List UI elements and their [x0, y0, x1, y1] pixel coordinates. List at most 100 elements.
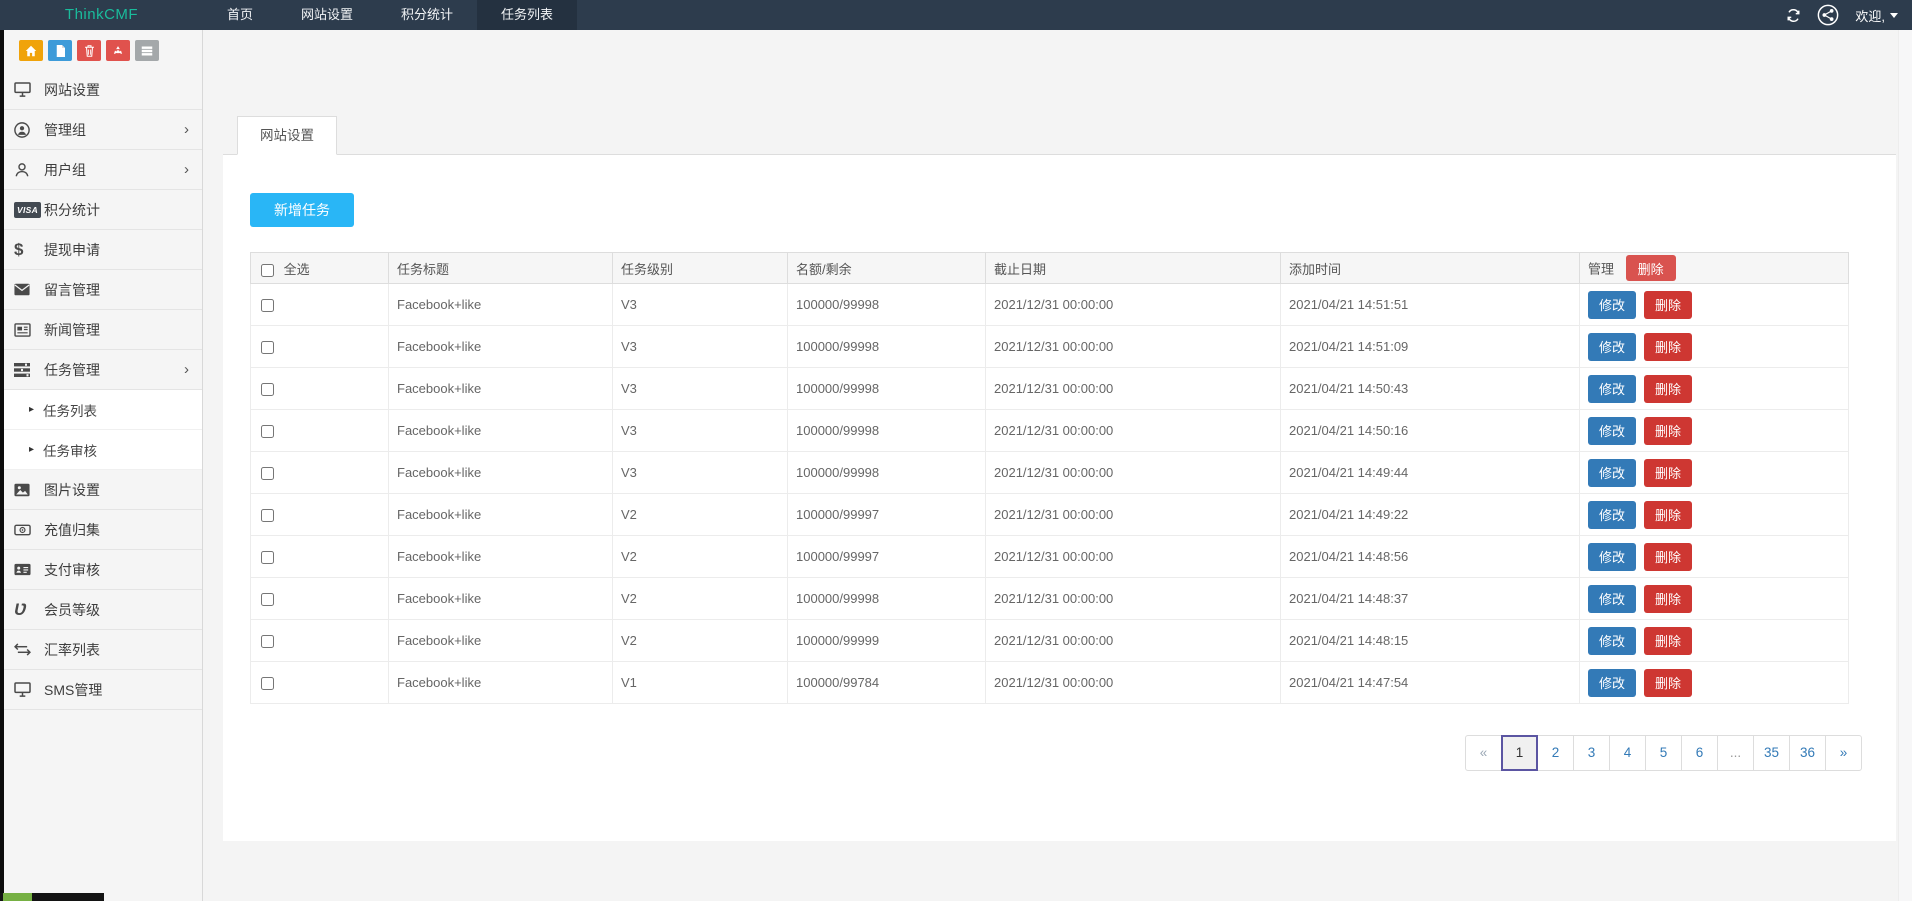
delete-button[interactable]: 删除 [1644, 542, 1693, 571]
brand-logo[interactable]: ThinkCMF [0, 0, 203, 30]
nav-item-task-list[interactable]: 任务列表 [477, 0, 578, 30]
delete-button[interactable]: 删除 [1644, 458, 1693, 487]
delete-button[interactable]: 删除 [1644, 500, 1693, 529]
add-task-button[interactable]: 新增任务 [250, 193, 354, 227]
edit-button[interactable]: 修改 [1588, 584, 1637, 613]
cell-added: 2021/04/21 14:47:54 [1280, 661, 1580, 704]
sidebar-item-task-management[interactable]: 任务管理 › [0, 350, 202, 390]
page-35[interactable]: 35 [1753, 735, 1790, 771]
sidebar-item-user-group[interactable]: 用户组 › [0, 150, 202, 190]
row-checkbox[interactable] [261, 299, 274, 313]
edit-button[interactable]: 修改 [1588, 458, 1637, 487]
cell-level: V2 [612, 619, 788, 662]
header-level: 任务级别 [612, 252, 788, 284]
delete-button[interactable]: 删除 [1644, 416, 1693, 445]
sidebar-item-label: 留言管理 [44, 281, 100, 298]
delete-button[interactable]: 删除 [1644, 374, 1693, 403]
welcome-menu[interactable]: 欢迎, [1855, 6, 1898, 25]
delete-button[interactable]: 删除 [1644, 290, 1693, 319]
sidebar-item-withdrawal[interactable]: $ 提现申请 [0, 230, 202, 270]
cell-added: 2021/04/21 14:50:16 [1280, 409, 1580, 452]
edit-button[interactable]: 修改 [1588, 416, 1637, 445]
sidebar-item-news[interactable]: 新闻管理 [0, 310, 202, 350]
trash-icon[interactable] [77, 40, 101, 61]
page-6[interactable]: 6 [1681, 735, 1718, 771]
sidebar-subitem-task-list[interactable]: ▸ 任务列表 [0, 390, 202, 430]
page-prev[interactable]: « [1465, 735, 1502, 771]
cell-title: Facebook+like [388, 577, 613, 620]
sidebar-item-sms[interactable]: SMS管理 [0, 670, 202, 710]
edit-button[interactable]: 修改 [1588, 290, 1637, 319]
file-icon[interactable] [48, 40, 72, 61]
envelope-icon [14, 283, 44, 296]
sidebar-item-label: 图片设置 [44, 481, 100, 498]
edit-button[interactable]: 修改 [1588, 374, 1637, 403]
avatar-icon[interactable] [1817, 4, 1839, 26]
page-next[interactable]: » [1825, 735, 1862, 771]
nav-item-points-stats[interactable]: 积分统计 [377, 0, 477, 30]
table-row: Facebook+like V3 100000/99998 2021/12/31… [250, 451, 1849, 494]
row-checkbox[interactable] [261, 593, 274, 607]
sidebar-item-image-settings[interactable]: 图片设置 [0, 470, 202, 510]
cell-deadline: 2021/12/31 00:00:00 [985, 409, 1281, 452]
edit-button[interactable]: 修改 [1588, 542, 1637, 571]
page-5[interactable]: 5 [1645, 735, 1682, 771]
cell-manage: 修改 删除 [1579, 493, 1849, 536]
refresh-icon[interactable] [1786, 8, 1801, 23]
cell-manage: 修改 删除 [1579, 577, 1849, 620]
sidebar-item-member-level[interactable]: Ʋ 会员等级 [0, 590, 202, 630]
row-checkbox[interactable] [261, 635, 274, 649]
sidebar-item-site-settings[interactable]: 网站设置 [0, 70, 202, 110]
table-row: Facebook+like V3 100000/99998 2021/12/31… [250, 409, 1849, 452]
recycle-icon[interactable] [106, 40, 130, 61]
tab-site-settings[interactable]: 网站设置 [237, 116, 337, 155]
page-36[interactable]: 36 [1789, 735, 1826, 771]
sidebar-item-payment-review[interactable]: 支付审核 [0, 550, 202, 590]
nav-item-home[interactable]: 首页 [203, 0, 277, 30]
delete-button[interactable]: 删除 [1644, 584, 1693, 613]
edit-button[interactable]: 修改 [1588, 626, 1637, 655]
row-checkbox[interactable] [261, 383, 274, 397]
cell-manage: 修改 删除 [1579, 367, 1849, 410]
delete-button[interactable]: 删除 [1644, 626, 1693, 655]
delete-button[interactable]: 删除 [1644, 668, 1693, 697]
bulk-delete-button[interactable]: 删除 [1625, 255, 1676, 281]
row-checkbox[interactable] [261, 425, 274, 439]
dollar-icon: $ [14, 239, 24, 259]
edit-button[interactable]: 修改 [1588, 500, 1637, 529]
sidebar-item-recharge[interactable]: 充值归集 [0, 510, 202, 550]
header-deadline: 截止日期 [985, 252, 1281, 284]
sidebar-item-points-stats[interactable]: VISA 积分统计 [0, 190, 202, 230]
sidebar-item-messages[interactable]: 留言管理 [0, 270, 202, 310]
cell-deadline: 2021/12/31 00:00:00 [985, 577, 1281, 620]
id-card-icon [14, 563, 44, 576]
row-checkbox[interactable] [261, 509, 274, 523]
sidebar-subitem-task-review[interactable]: ▸ 任务审核 [0, 430, 202, 470]
edit-button[interactable]: 修改 [1588, 668, 1637, 697]
select-all-label: 全选 [283, 261, 310, 277]
scrollbar-track[interactable] [1898, 30, 1912, 901]
sidebar-item-label: 网站设置 [44, 81, 100, 98]
page-2[interactable]: 2 [1537, 735, 1574, 771]
list-icon[interactable] [135, 40, 159, 61]
page-1[interactable]: 1 [1501, 735, 1538, 771]
home-icon[interactable] [19, 40, 43, 61]
table-row: Facebook+like V3 100000/99998 2021/12/31… [250, 325, 1849, 368]
page-3[interactable]: 3 [1573, 735, 1610, 771]
page-4[interactable]: 4 [1609, 735, 1646, 771]
row-checkbox[interactable] [261, 551, 274, 565]
cell-manage: 修改 删除 [1579, 661, 1849, 704]
cell-deadline: 2021/12/31 00:00:00 [985, 661, 1281, 704]
edit-button[interactable]: 修改 [1588, 332, 1637, 361]
row-checkbox[interactable] [261, 677, 274, 691]
select-all-checkbox[interactable] [261, 263, 274, 277]
delete-button[interactable]: 删除 [1644, 332, 1693, 361]
table-row: Facebook+like V3 100000/99998 2021/12/31… [250, 367, 1849, 410]
nav-item-site-settings[interactable]: 网站设置 [277, 0, 377, 30]
sidebar-item-exchange-rates[interactable]: 汇率列表 [0, 630, 202, 670]
sidebar-item-admin-group[interactable]: 管理组 › [0, 110, 202, 150]
cell-title: Facebook+like [388, 325, 613, 368]
row-checkbox[interactable] [261, 341, 274, 355]
page-ellipsis: ... [1717, 735, 1754, 771]
row-checkbox[interactable] [261, 467, 274, 481]
